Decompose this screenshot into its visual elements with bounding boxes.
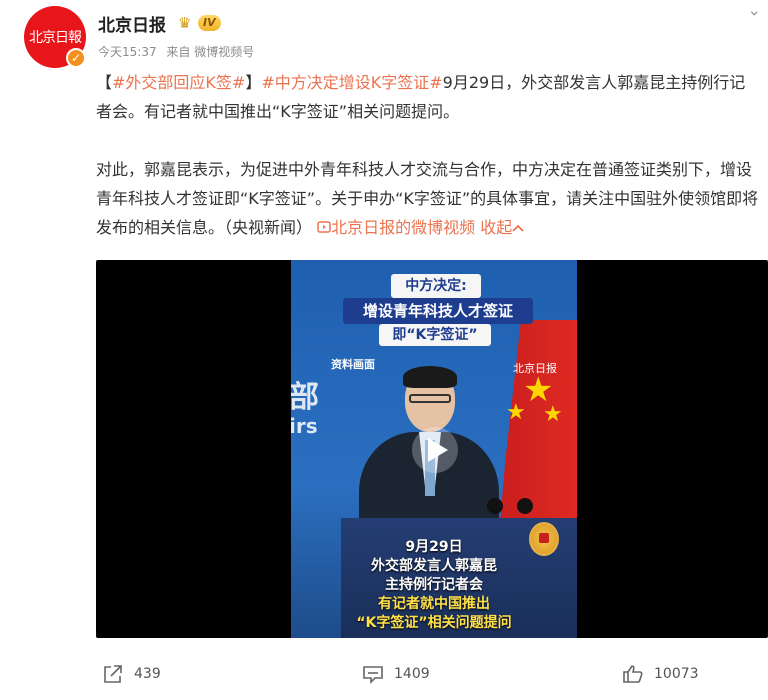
video-caption: 中方决定:	[391, 274, 481, 298]
post-text: 【#外交部回应K签#】#中方决定增设K字签证#9月29日，外交部发言人郭嘉昆主持…	[96, 68, 760, 242]
wall-text: irs	[291, 414, 318, 438]
post-source: 来自 微博视频号	[166, 45, 255, 59]
bracket-open: 【	[96, 73, 113, 92]
collapse-button[interactable]: 收起	[480, 218, 524, 237]
more-icon[interactable]: ›	[745, 10, 764, 16]
bracket-close: 】	[245, 73, 262, 92]
microphone-icon	[517, 498, 533, 514]
action-bar: 439 1409 10073	[0, 656, 768, 696]
level-badge[interactable]: IV	[198, 15, 221, 31]
like-icon	[623, 665, 643, 683]
video-player[interactable]: ★ ★ ★ 北京日报 部 irs 中方决定: 增设青年科技人才签证 即“K字签证…	[96, 260, 768, 638]
video-link-label: 北京日报的微博视频	[331, 218, 476, 237]
hashtag-link[interactable]: #外交部回应K签#	[112, 73, 245, 92]
video-subtitle: 主持例行记者会	[385, 577, 483, 593]
play-button[interactable]	[412, 427, 458, 473]
share-button[interactable]: 439	[102, 664, 161, 684]
video-caption: 即“K字签证”	[379, 324, 491, 346]
share-icon	[104, 665, 122, 683]
wall-text: 部	[291, 380, 319, 415]
video-subtitle: 外交部发言人郭嘉昆	[371, 558, 497, 574]
hashtag-link[interactable]: #中方决定增设K字签证#	[261, 73, 442, 92]
chevron-up-icon	[512, 224, 524, 232]
post-time[interactable]: 今天15:37	[98, 45, 157, 59]
post-paragraph-2: 对此，郭嘉昆表示，为促进中外青年科技人才交流与合作，中方决定在普通签证类别下，增…	[96, 155, 760, 242]
video-subtitle: 有记者就中国推出	[378, 596, 490, 612]
verified-badge-icon: ✓	[66, 48, 86, 68]
video-link[interactable]: 北京日报的微博视频	[317, 218, 475, 237]
comment-icon	[363, 666, 383, 684]
video-subtitle: 9月29日	[405, 539, 463, 555]
share-count: 439	[134, 666, 161, 682]
like-button[interactable]: 10073	[622, 664, 699, 684]
comment-count: 1409	[394, 666, 430, 682]
flag-star-icon: ★	[506, 400, 526, 425]
collapse-label: 收起	[480, 218, 513, 237]
video-subtitle: “K字签证”相关问题提问	[356, 615, 512, 631]
crown-icon: ♛	[178, 14, 192, 32]
post-meta: 今天15:37 来自 微博视频号	[98, 43, 260, 60]
flag-star-icon: ★	[543, 402, 563, 427]
archive-label: 资料画面	[331, 358, 375, 371]
watermark-logo: 北京日报	[513, 362, 557, 375]
play-icon	[428, 438, 448, 462]
video-link-icon	[317, 221, 331, 233]
comment-button[interactable]: 1409	[362, 664, 430, 684]
like-count: 10073	[654, 666, 699, 682]
post-paragraph-1: 【#外交部回应K签#】#中方决定增设K字签证#9月29日，外交部发言人郭嘉昆主持…	[96, 68, 760, 126]
video-caption: 增设青年科技人才签证	[343, 298, 533, 324]
account-name[interactable]: 北京日报	[98, 11, 166, 36]
microphone-icon	[487, 498, 503, 514]
post-header: 北京日報 ✓ 北京日报 ♛ IV 今天15:37 来自 微博视频号 ›	[0, 0, 768, 70]
